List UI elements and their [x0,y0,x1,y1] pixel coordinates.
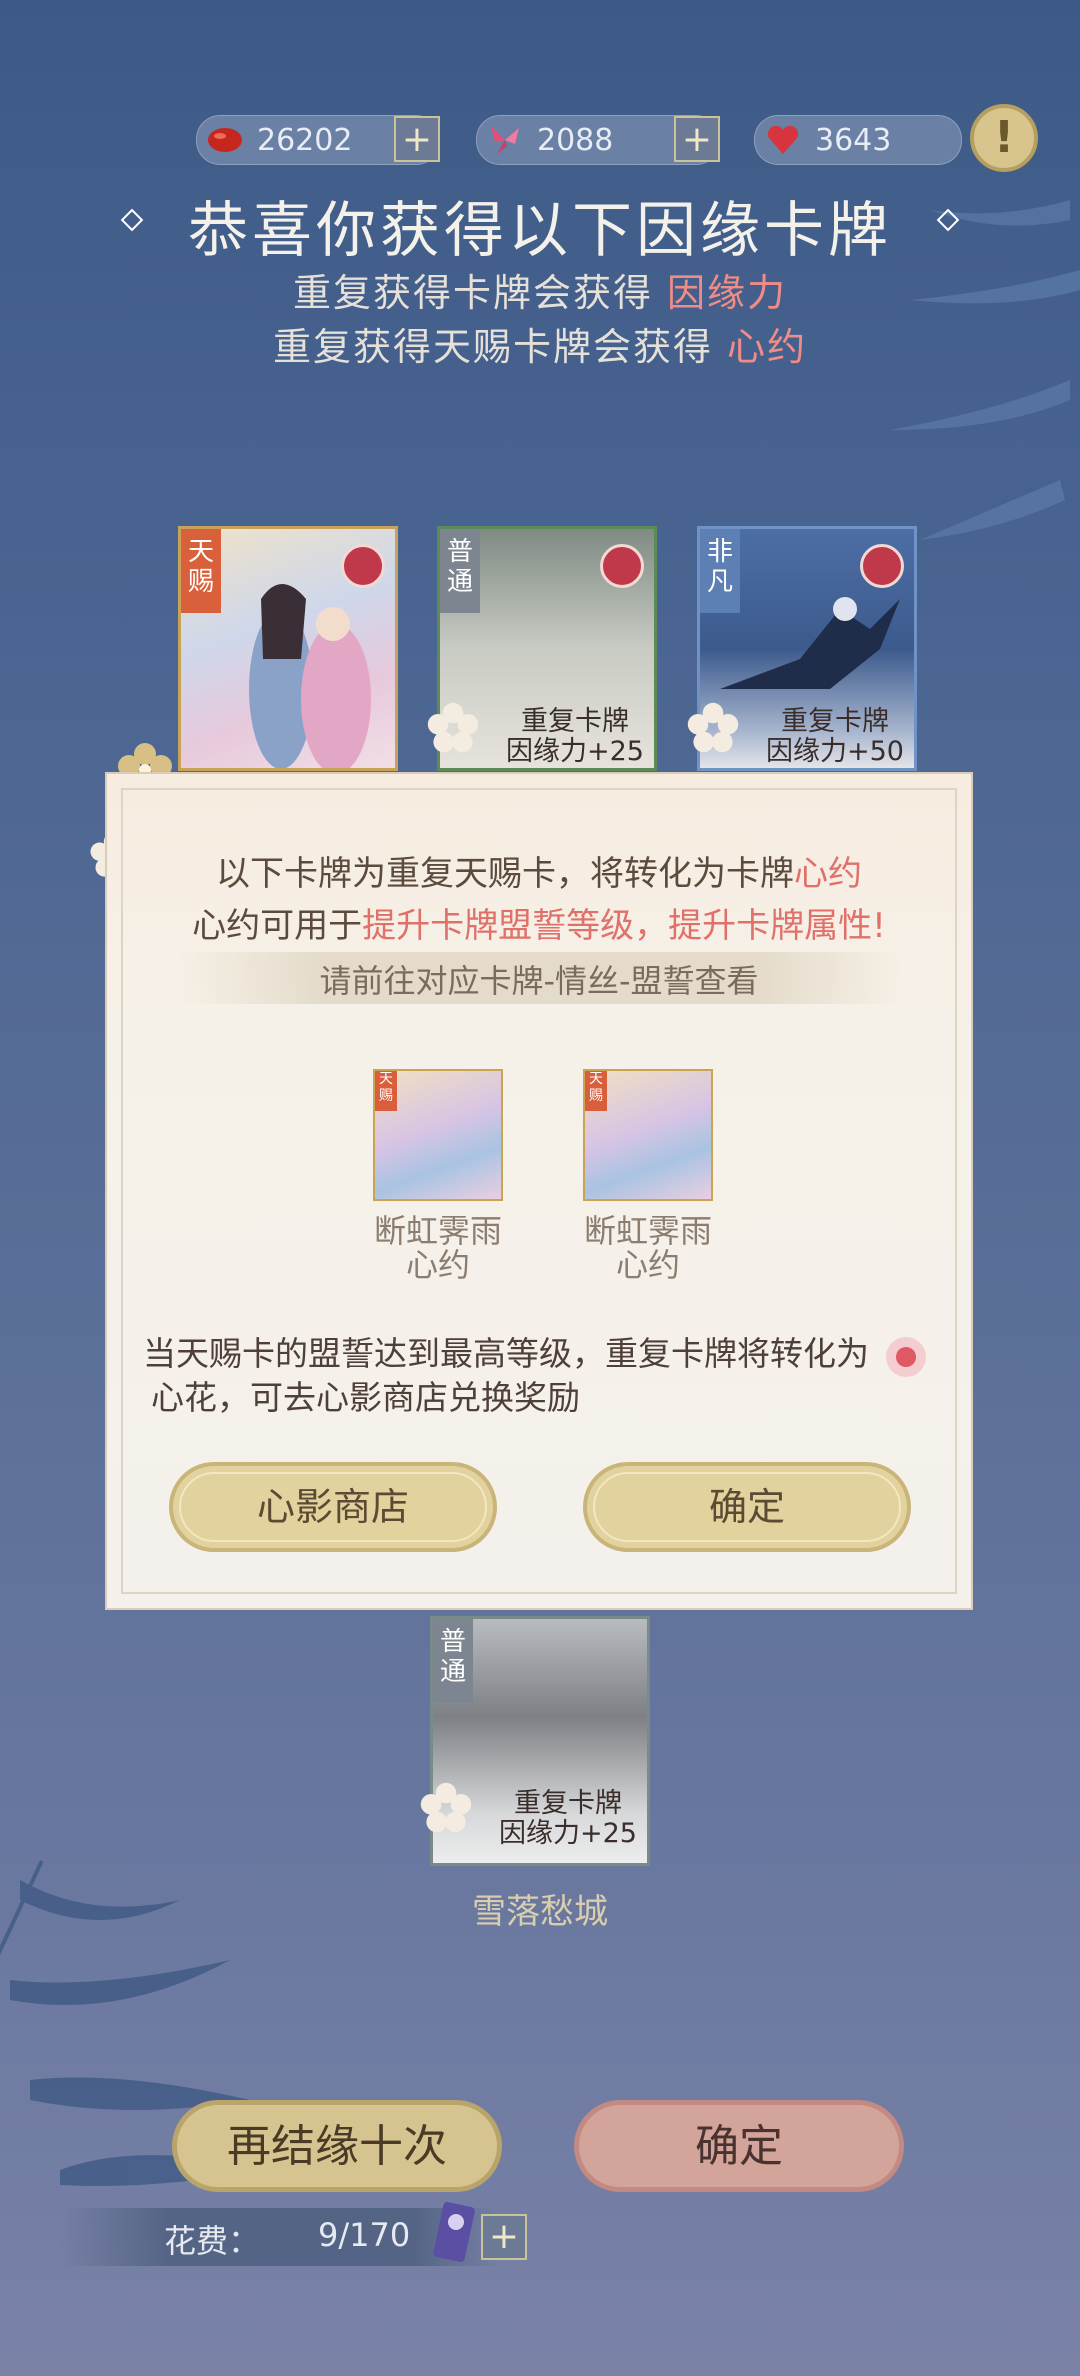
add-red-bean-button[interactable]: + [394,116,440,162]
flower-icon [687,702,739,753]
confirm-button[interactable]: 确定 [574,2100,904,2192]
reward-card-2[interactable]: 天赐 [583,1069,713,1201]
reward-name-1: 断虹霁雨 心约 [373,1212,502,1284]
dialog-hint: 请前往对应卡牌-情丝-盟誓查看 [319,962,759,1000]
card-info-1: 重复卡牌 因缘力+25 [506,706,644,767]
rarity-tag: 普通 [440,529,480,613]
butterfly-count: 2088 [537,123,614,158]
card-info-2: 重复卡牌 因缘力+50 [766,706,904,767]
crest-icon [860,544,904,588]
reward-name-2: 断虹霁雨 心约 [583,1212,712,1284]
dialog-note: 当天赐卡的盟誓达到最高等级，重复卡牌将转化为 心花，可去心影商店兑换奖励 [143,1334,869,1417]
currency-red-bean: 26202 + [196,115,440,165]
flower-icon [427,702,479,753]
rarity-tag: 天赐 [181,529,221,613]
reward-tag: 天赐 [375,1071,397,1111]
cost-bar: 花费： 9/170 [60,2202,500,2266]
heart-shop-button[interactable]: 心影商店 [169,1462,497,1552]
red-bean-count: 26202 [257,123,353,158]
heart-icon [767,125,799,154]
ticket-icon [433,2202,475,2262]
heart-count: 3643 [815,123,892,158]
duplicate-card-dialog: 以下卡牌为重复天赐卡，将转化为卡牌心约 心约可用于提升卡牌盟誓等级，提升卡牌属性… [105,772,973,1610]
add-ticket-button[interactable]: + [481,2214,527,2260]
add-butterfly-button[interactable]: + [674,116,720,162]
card-tianci[interactable]: 天赐 [178,526,398,771]
crest-icon [600,544,644,588]
reward-card-1[interactable]: 天赐 [373,1069,503,1201]
alert-icon[interactable]: ! [970,104,1038,172]
butterfly-icon [491,126,519,154]
flower-icon [420,1782,472,1833]
cost-label: 花费： [164,2222,261,2260]
currency-heart: 3643 [754,115,962,165]
dialog-line-1: 以下卡牌为重复天赐卡，将转化为卡牌心约 [216,854,862,894]
draw-ten-again-button[interactable]: 再结缘十次 [172,2100,502,2192]
dialog-line-2: 心约可用于提升卡牌盟誓等级，提升卡牌属性! [192,906,886,946]
red-bean-icon [208,128,242,152]
card-info-3: 重复卡牌 因缘力+25 [499,1788,637,1849]
couple-illustration [249,584,371,768]
subtitle-2: 重复获得天赐卡牌会获得 心约 [272,325,808,369]
reward-tag: 天赐 [585,1071,607,1111]
page-title: 恭喜你获得以下因缘卡牌 [188,196,892,266]
card-name: 雪落愁城 [472,1892,608,1932]
cost-value: 9/170 [318,2216,411,2254]
rarity-tag: 普通 [433,1619,473,1703]
subtitle-1: 重复获得卡牌会获得 因缘力 [292,271,788,315]
dialog-confirm-button[interactable]: 确定 [583,1462,911,1552]
heart-flower-icon [886,1337,926,1377]
currency-butterfly: 2088 + [476,115,720,165]
